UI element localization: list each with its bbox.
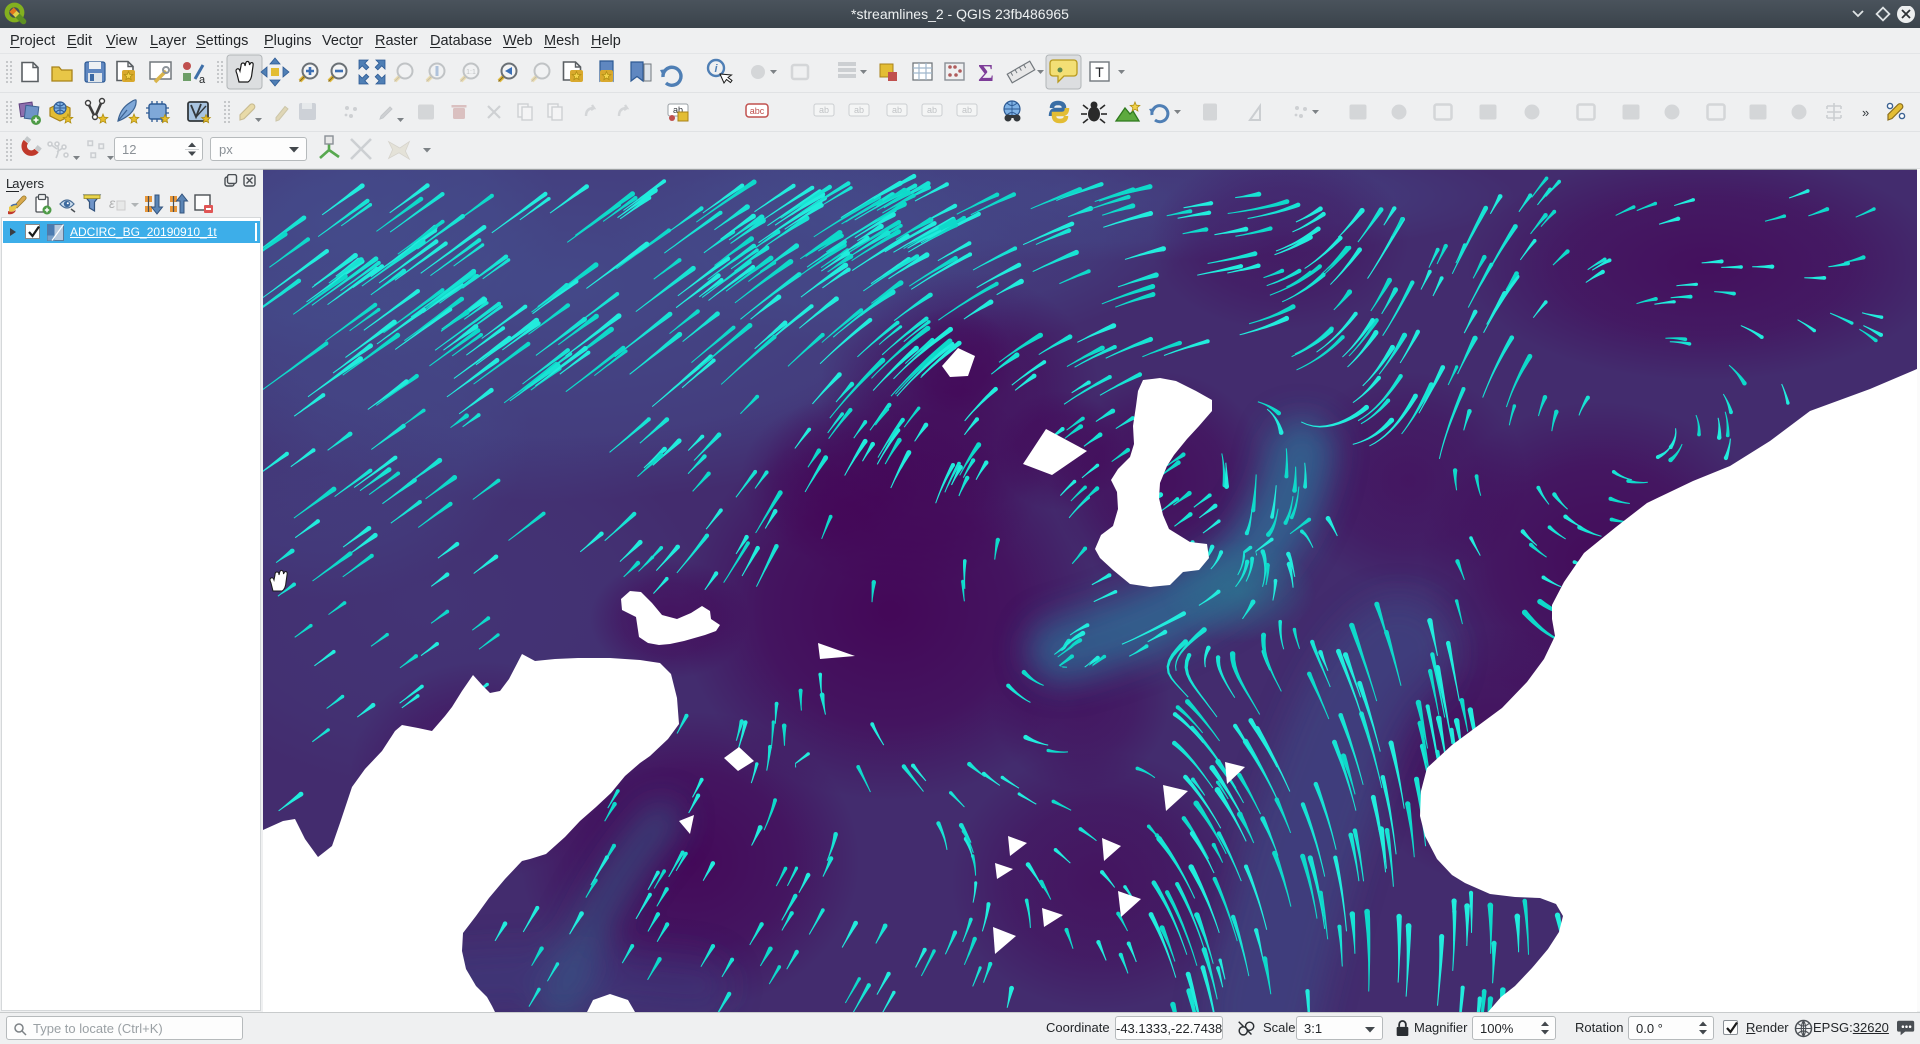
svg-text:a: a xyxy=(199,74,206,86)
svg-text:abc: abc xyxy=(750,106,765,116)
svg-text:ab: ab xyxy=(892,105,902,115)
svg-text:»: » xyxy=(1862,105,1869,120)
svg-text:1:1: 1:1 xyxy=(466,69,476,76)
svg-text:ε: ε xyxy=(109,195,116,211)
svg-text:ab: ab xyxy=(962,105,972,115)
svg-text:ab: ab xyxy=(854,105,864,115)
svg-text:i: i xyxy=(714,63,718,75)
svg-text:ab: ab xyxy=(927,105,937,115)
svg-text:ab: ab xyxy=(819,105,829,115)
svg-text:T: T xyxy=(1095,64,1104,80)
svg-text:Σ: Σ xyxy=(978,61,994,87)
